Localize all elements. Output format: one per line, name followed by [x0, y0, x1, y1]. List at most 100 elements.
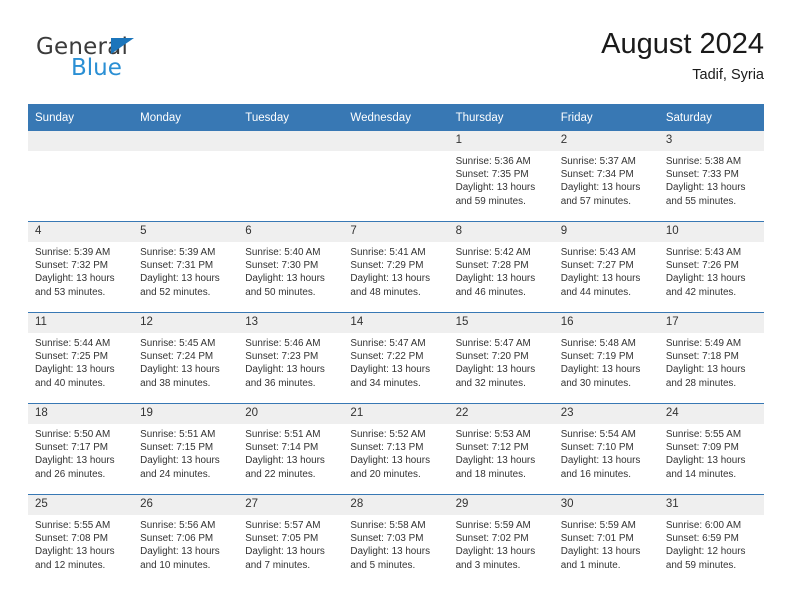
- weekday-header-tuesday: Tuesday: [238, 104, 344, 131]
- day-number: 8: [448, 222, 554, 242]
- day-number: 14: [343, 313, 449, 333]
- day-details: Sunrise: 5:51 AM Sunset: 7:15 PM Daylight:…: [133, 424, 238, 481]
- calendar-body: 1 Sunrise: 5:36 AM Sunset: 7:35 PM Daylight…: [28, 131, 764, 585]
- day-number: 24: [658, 404, 764, 424]
- day-details: Sunrise: 5:39 AM Sunset: 7:32 PM Daylight:…: [28, 242, 133, 299]
- calendar-day-cell[interactable]: 8 Sunrise: 5:42 AM Sunset: 7:28 PM Daylight…: [448, 221, 554, 313]
- sunrise-text: Sunrise: 5:37 AM: [560, 156, 636, 167]
- sunrise-text: Sunrise: 5:42 AM: [455, 247, 531, 258]
- calendar-day-cell[interactable]: 5 Sunrise: 5:39 AM Sunset: 7:31 PM Daylight…: [133, 221, 239, 313]
- daylight-text: Daylight: 13 hours and 3 minutes.: [455, 546, 536, 571]
- calendar-day-cell[interactable]: 15 Sunrise: 5:47 AM Sunset: 7:20 PM Dayligh…: [448, 312, 554, 404]
- sunset-text: Sunset: 7:32 PM: [35, 260, 109, 272]
- sunset-text: Sunset: 7:05 PM: [245, 533, 319, 545]
- day-number: 6: [238, 222, 344, 242]
- sunset-text: Sunset: 7:34 PM: [560, 169, 634, 181]
- calendar-day-cell[interactable]: 29 Sunrise: 5:59 AM Sunset: 7:02 PM Dayligh…: [448, 494, 554, 585]
- calendar-day-cell[interactable]: 18 Sunrise: 5:50 AM Sunset: 7:17 PM Dayligh…: [28, 403, 134, 495]
- day-number: 16: [553, 313, 659, 333]
- daylight-text: Daylight: 12 hours and 59 minutes.: [665, 546, 746, 571]
- daylight-text: Daylight: 13 hours and 30 minutes.: [560, 364, 641, 389]
- sunrise-text: Sunrise: 5:47 AM: [455, 338, 531, 349]
- day-number: [238, 131, 344, 151]
- calendar-day-cell[interactable]: 3 Sunrise: 5:38 AM Sunset: 7:33 PM Daylight…: [658, 131, 764, 222]
- calendar-day-cell[interactable]: 14 Sunrise: 5:47 AM Sunset: 7:22 PM Dayligh…: [343, 312, 449, 404]
- calendar-day-cell[interactable]: 6 Sunrise: 5:40 AM Sunset: 7:30 PM Daylight…: [238, 221, 344, 313]
- calendar-day-cell[interactable]: 4 Sunrise: 5:39 AM Sunset: 7:32 PM Daylight…: [28, 221, 134, 313]
- day-number: 4: [28, 222, 134, 242]
- calendar-day-cell[interactable]: 10 Sunrise: 5:43 AM Sunset: 7:26 PM Dayligh…: [658, 221, 764, 313]
- sunset-text: Sunset: 7:12 PM: [455, 442, 529, 454]
- calendar-day-cell[interactable]: 25 Sunrise: 5:55 AM Sunset: 7:08 PM Dayligh…: [28, 494, 134, 585]
- sunset-text: Sunset: 7:35 PM: [455, 169, 529, 181]
- calendar-day-cell[interactable]: 23 Sunrise: 5:54 AM Sunset: 7:10 PM Dayligh…: [553, 403, 659, 495]
- day-number: 7: [343, 222, 449, 242]
- calendar-day-cell[interactable]: 9 Sunrise: 5:43 AM Sunset: 7:27 PM Daylight…: [553, 221, 659, 313]
- weekday-header-thursday: Thursday: [448, 104, 554, 131]
- daylight-text: Daylight: 13 hours and 1 minute.: [560, 546, 641, 571]
- calendar-day-cell[interactable]: 28 Sunrise: 5:58 AM Sunset: 7:03 PM Dayligh…: [343, 494, 449, 585]
- day-number: 9: [553, 222, 659, 242]
- sunset-text: Sunset: 7:24 PM: [140, 351, 214, 363]
- logo-text-blue: Blue: [71, 55, 122, 81]
- daylight-text: Daylight: 13 hours and 16 minutes.: [560, 455, 641, 480]
- sunset-text: Sunset: 7:03 PM: [350, 533, 424, 545]
- calendar-day-cell[interactable]: 12 Sunrise: 5:45 AM Sunset: 7:24 PM Dayligh…: [133, 312, 239, 404]
- calendar-day-cell[interactable]: 17 Sunrise: 5:49 AM Sunset: 7:18 PM Dayligh…: [658, 312, 764, 404]
- day-number: 28: [343, 495, 449, 515]
- sunrise-text: Sunrise: 5:51 AM: [245, 429, 321, 440]
- calendar-day-cell[interactable]: 11 Sunrise: 5:44 AM Sunset: 7:25 PM Dayligh…: [28, 312, 134, 404]
- day-details: Sunrise: 5:59 AM Sunset: 7:02 PM Daylight:…: [449, 515, 554, 572]
- daylight-text: Daylight: 13 hours and 36 minutes.: [245, 364, 325, 389]
- calendar-day-cell[interactable]: 19 Sunrise: 5:51 AM Sunset: 7:15 PM Dayligh…: [133, 403, 239, 495]
- sunset-text: Sunset: 7:17 PM: [35, 442, 109, 454]
- calendar-day-cell[interactable]: 27 Sunrise: 5:57 AM Sunset: 7:05 PM Dayligh…: [238, 494, 344, 585]
- calendar-day-cell[interactable]: 31 Sunrise: 6:00 AM Sunset: 6:59 PM Dayligh…: [658, 494, 764, 585]
- page-subtitle: Tadif, Syria: [692, 67, 764, 83]
- calendar-page: General Blue August 2024 Tadif, Syria Su…: [0, 0, 792, 612]
- sunrise-text: Sunrise: 5:56 AM: [140, 520, 216, 531]
- sunrise-sunset-calendar: Sunday Monday Tuesday Wednesday Thursday Frid…: [28, 104, 764, 585]
- calendar-week-row: 11 Sunrise: 5:44 AM Sunset: 7:25 PM Dayligh…: [28, 312, 764, 404]
- daylight-text: Daylight: 13 hours and 18 minutes.: [455, 455, 536, 480]
- calendar-day-cell[interactable]: 2 Sunrise: 5:37 AM Sunset: 7:34 PM Daylight…: [553, 131, 659, 222]
- calendar-day-cell[interactable]: 16 Sunrise: 5:48 AM Sunset: 7:19 PM Dayligh…: [553, 312, 659, 404]
- day-details: Sunrise: 5:40 AM Sunset: 7:30 PM Daylight:…: [238, 242, 343, 299]
- weekday-header-saturday: Saturday: [658, 104, 764, 131]
- day-details: Sunrise: 5:45 AM Sunset: 7:24 PM Daylight:…: [133, 333, 238, 390]
- day-details: Sunrise: 5:58 AM Sunset: 7:03 PM Daylight:…: [343, 515, 448, 572]
- sunrise-text: Sunrise: 5:58 AM: [350, 520, 426, 531]
- sunset-text: Sunset: 7:13 PM: [350, 442, 424, 454]
- day-details: Sunrise: 6:00 AM Sunset: 6:59 PM Daylight:…: [659, 515, 764, 572]
- calendar-day-cell[interactable]: 20 Sunrise: 5:51 AM Sunset: 7:14 PM Dayligh…: [238, 403, 344, 495]
- day-number: 23: [553, 404, 659, 424]
- calendar-day-cell[interactable]: 21 Sunrise: 5:52 AM Sunset: 7:13 PM Dayligh…: [343, 403, 449, 495]
- calendar-day-cell[interactable]: 30 Sunrise: 5:59 AM Sunset: 7:01 PM Dayligh…: [553, 494, 659, 585]
- calendar-day-cell[interactable]: 22 Sunrise: 5:53 AM Sunset: 7:12 PM Dayligh…: [448, 403, 554, 495]
- calendar-day-cell[interactable]: 1 Sunrise: 5:36 AM Sunset: 7:35 PM Daylight…: [448, 131, 554, 222]
- calendar-day-cell[interactable]: 13 Sunrise: 5:46 AM Sunset: 7:23 PM Dayligh…: [238, 312, 344, 404]
- calendar-day-cell-empty: [343, 131, 449, 222]
- calendar-day-cell[interactable]: 26 Sunrise: 5:56 AM Sunset: 7:06 PM Dayligh…: [133, 494, 239, 585]
- sunrise-text: Sunrise: 5:43 AM: [560, 247, 636, 258]
- daylight-text: Daylight: 13 hours and 52 minutes.: [140, 273, 220, 298]
- day-number: 26: [133, 495, 239, 515]
- day-details: Sunrise: 5:44 AM Sunset: 7:25 PM Daylight:…: [28, 333, 133, 390]
- day-number: 13: [238, 313, 344, 333]
- day-details: Sunrise: 5:59 AM Sunset: 7:01 PM Daylight:…: [554, 515, 659, 572]
- day-details: Sunrise: 5:38 AM Sunset: 7:33 PM Daylight:…: [659, 151, 764, 208]
- day-details: Sunrise: 5:57 AM Sunset: 7:05 PM Daylight:…: [238, 515, 343, 572]
- daylight-text: Daylight: 13 hours and 57 minutes.: [560, 182, 641, 207]
- weekday-header-friday: Friday: [553, 104, 659, 131]
- weekday-header-wednesday: Wednesday: [343, 104, 449, 131]
- day-number: 2: [553, 131, 659, 151]
- day-details: Sunrise: 5:55 AM Sunset: 7:08 PM Daylight:…: [28, 515, 133, 572]
- daylight-text: Daylight: 13 hours and 42 minutes.: [665, 273, 746, 298]
- daylight-text: Daylight: 13 hours and 28 minutes.: [665, 364, 746, 389]
- sunset-text: Sunset: 7:27 PM: [560, 260, 634, 272]
- calendar-day-cell[interactable]: 24 Sunrise: 5:55 AM Sunset: 7:09 PM Dayligh…: [658, 403, 764, 495]
- sunrise-text: Sunrise: 5:55 AM: [665, 429, 742, 440]
- day-number: [28, 131, 134, 151]
- calendar-day-cell[interactable]: 7 Sunrise: 5:41 AM Sunset: 7:29 PM Daylight…: [343, 221, 449, 313]
- calendar-week-row: 18 Sunrise: 5:50 AM Sunset: 7:17 PM Dayligh…: [28, 403, 764, 495]
